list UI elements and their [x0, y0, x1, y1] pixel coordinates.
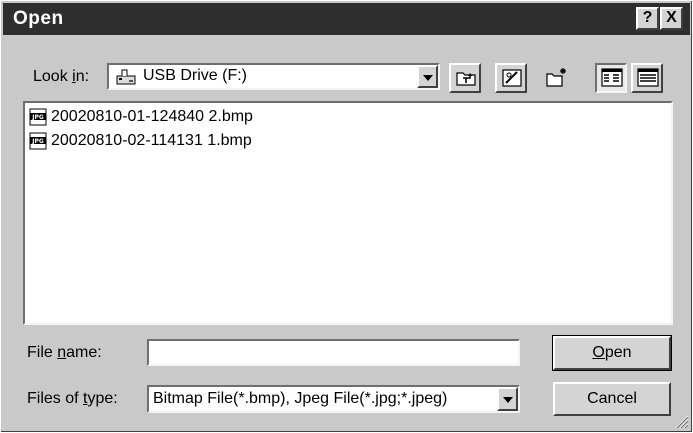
open-dialog: Open ? X Look in: USB Drive (F:) JPG 200…	[0, 0, 693, 433]
look-in-label: Look in:	[33, 68, 90, 85]
desktop-icon	[502, 69, 522, 87]
file-type-value: Bitmap File(*.bmp), Jpeg File(*.jpg;*.jp…	[153, 390, 448, 407]
details-view-button[interactable]	[631, 63, 663, 93]
details-view-icon	[637, 68, 659, 87]
resize-grip-icon[interactable]	[675, 415, 689, 429]
file-name-text: 20020810-02-114131 1.bmp	[51, 132, 252, 149]
svg-text:JPG: JPG	[31, 138, 44, 145]
file-name-text: 20020810-01-124840 2.bmp	[51, 108, 253, 125]
window-title: Open	[13, 8, 64, 29]
new-folder-icon	[546, 68, 566, 87]
file-list[interactable]: JPG 20020810-01-124840 2.bmp JPG 2002081…	[23, 101, 673, 325]
usb-drive-icon	[115, 67, 137, 87]
file-type-dropdown-button[interactable]	[497, 387, 518, 411]
file-name-label: File name:	[27, 344, 102, 361]
look-in-value: USB Drive (F:)	[143, 67, 247, 84]
file-type-dropdown[interactable]: Bitmap File(*.bmp), Jpeg File(*.jpg;*.jp…	[147, 385, 520, 413]
image-file-icon: JPG	[29, 108, 47, 126]
list-view-icon	[601, 68, 623, 87]
list-item[interactable]: JPG 20020810-02-114131 1.bmp	[29, 131, 252, 151]
help-icon: ?	[642, 9, 653, 26]
up-one-level-button[interactable]	[449, 63, 481, 93]
open-button[interactable]: Open	[552, 335, 672, 371]
image-file-icon: JPG	[29, 132, 47, 150]
look-in-dropdown[interactable]: USB Drive (F:)	[107, 63, 440, 90]
close-icon: X	[666, 9, 677, 26]
desktop-button[interactable]	[495, 63, 527, 93]
cancel-button[interactable]: Cancel	[553, 382, 671, 416]
look-in-dropdown-button[interactable]	[417, 65, 438, 88]
close-button[interactable]: X	[660, 7, 683, 30]
file-type-label: Files of type:	[27, 390, 118, 407]
help-button[interactable]: ?	[636, 7, 659, 30]
title-bar[interactable]: Open ? X	[3, 3, 690, 35]
list-item[interactable]: JPG 20020810-01-124840 2.bmp	[29, 107, 253, 127]
file-name-input[interactable]	[147, 339, 520, 366]
chevron-down-icon	[503, 397, 513, 403]
chevron-down-icon	[423, 75, 433, 81]
up-one-level-icon	[456, 72, 476, 86]
new-folder-button[interactable]	[541, 63, 573, 93]
list-view-button[interactable]	[595, 63, 627, 93]
svg-text:JPG: JPG	[31, 114, 44, 121]
